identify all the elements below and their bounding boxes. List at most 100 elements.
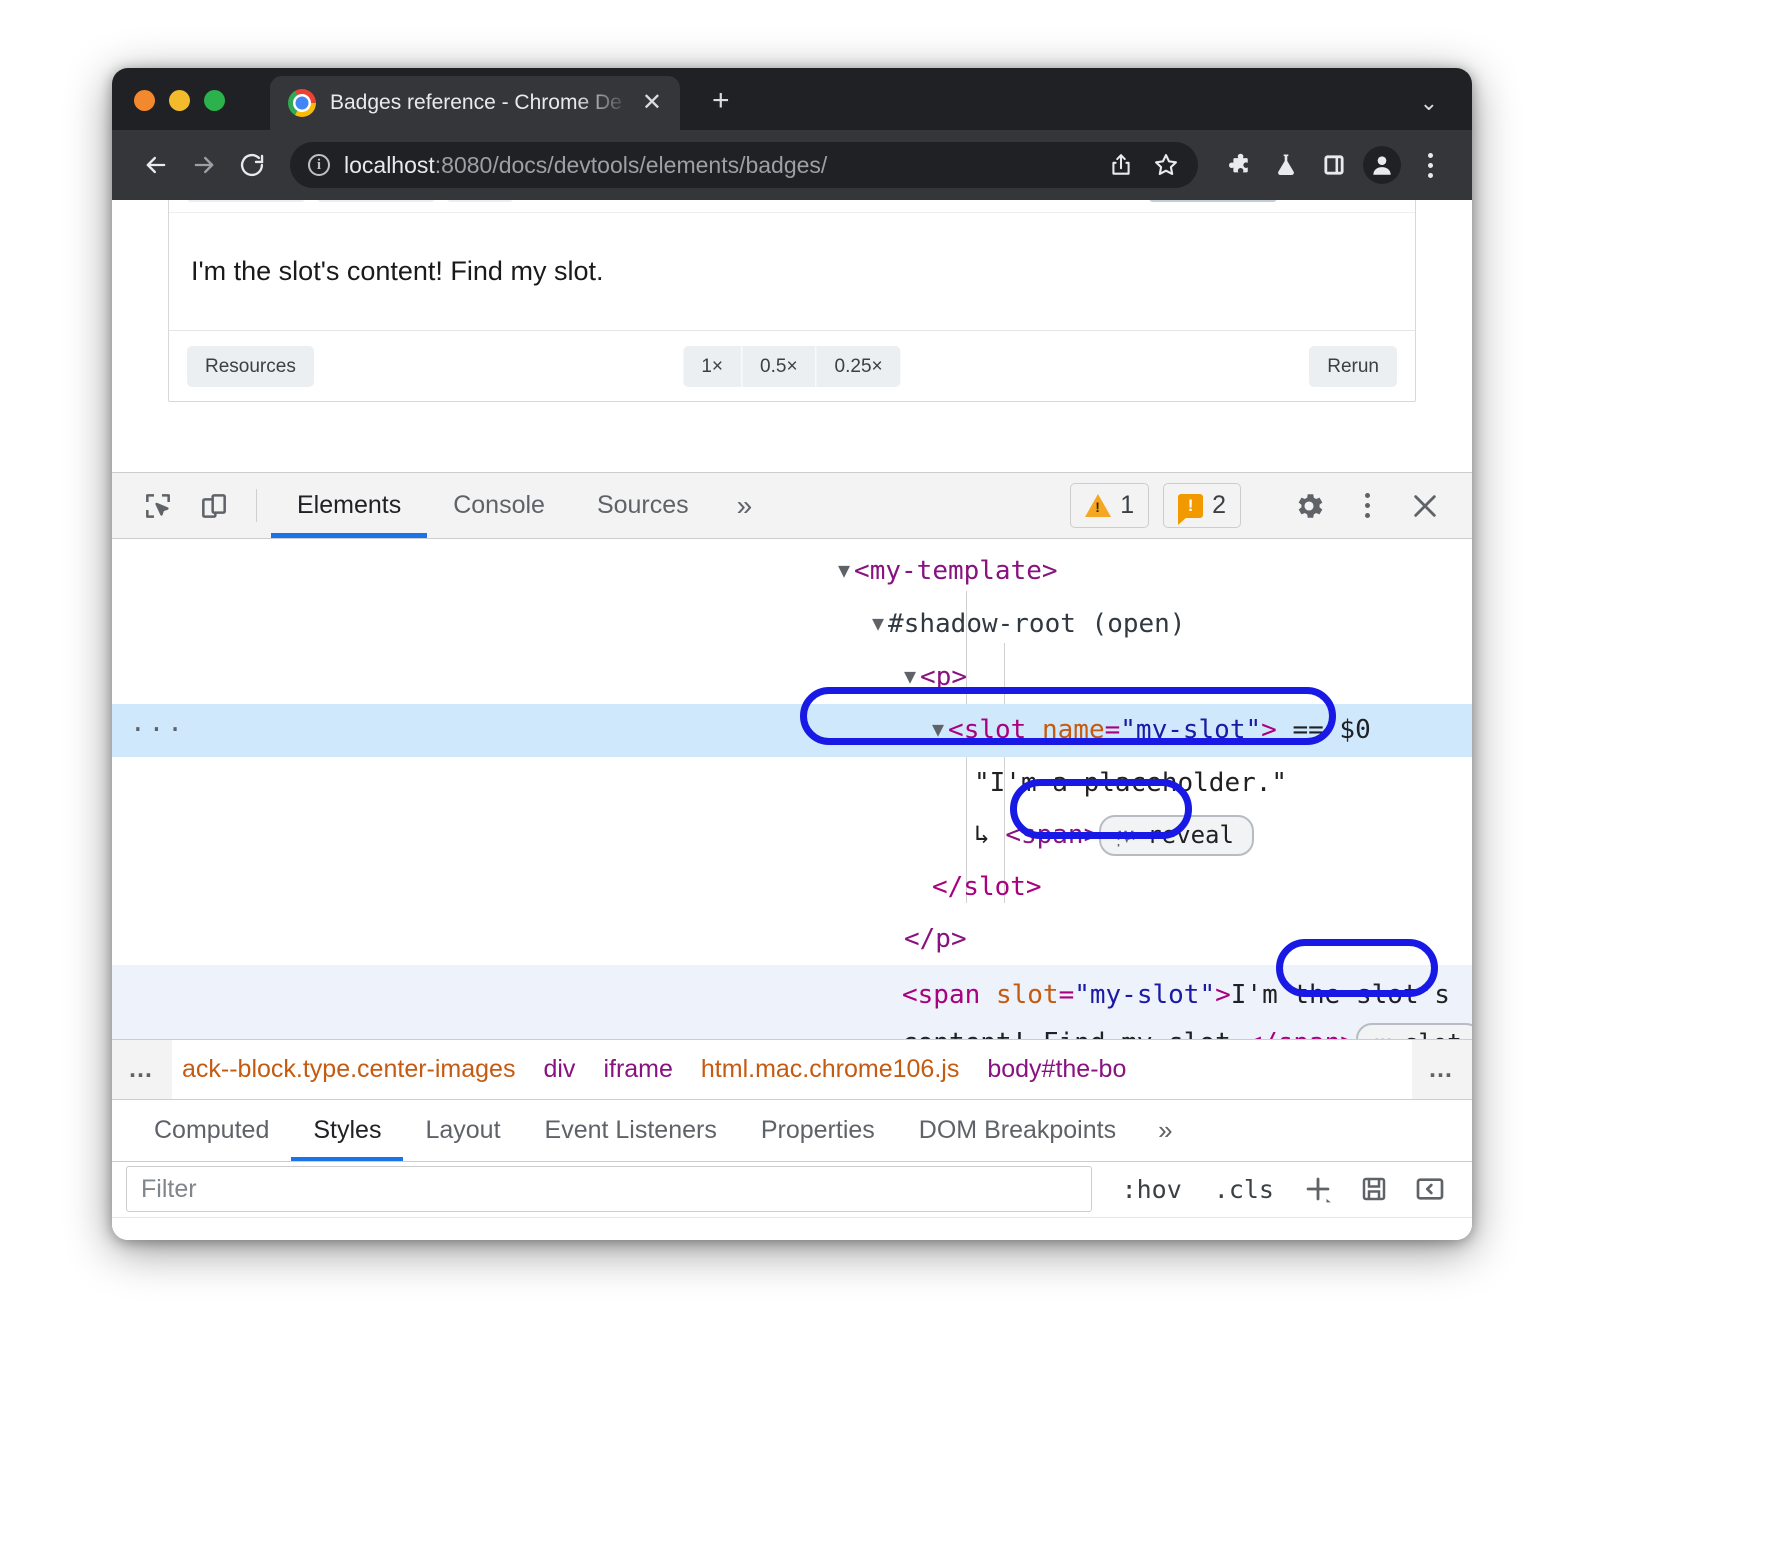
demo-action-placeholder (1149, 200, 1277, 202)
more-sidebar-tabs-button[interactable]: » (1138, 1100, 1192, 1160)
browser-menu-button[interactable] (1408, 143, 1452, 187)
toggle-sidebar-button[interactable] (1402, 1166, 1458, 1212)
tab-search-chevron-icon[interactable]: ⌄ (1420, 90, 1438, 116)
tab-sources[interactable]: Sources (571, 473, 715, 538)
dom-row-p-open[interactable]: ▼<p> (112, 651, 1472, 704)
dom-row-assigned-span[interactable]: ↳ <span>reveal (112, 809, 1472, 861)
new-style-rule-button[interactable] (1290, 1166, 1346, 1212)
breadcrumb-overflow-right[interactable]: … (1412, 1040, 1472, 1100)
site-info-icon[interactable]: i (308, 154, 330, 176)
dom-attr-value: "my-slot" (1074, 980, 1215, 1010)
share-icon[interactable] (1108, 152, 1134, 178)
warning-badge[interactable]: 1 (1070, 483, 1149, 528)
demo-embed-topbar (169, 200, 1415, 213)
issue-bubble-icon: ! (1178, 494, 1203, 518)
url-host: localhost (344, 152, 435, 178)
dom-tag-close-bracket: > (1261, 715, 1277, 745)
warning-count: 1 (1120, 491, 1134, 520)
browser-toolbar: i localhost:8080/docs/devtools/elements/… (112, 130, 1472, 200)
device-toolbar-button[interactable] (186, 473, 242, 538)
hov-toggle-button[interactable]: :hov (1106, 1175, 1198, 1204)
devtools-tab-list: Elements Console Sources (271, 473, 715, 538)
zoom-1x-button[interactable]: 1× (683, 346, 741, 387)
dom-tree[interactable]: ▼<my-template> ▼#shadow-root (open) ▼<p>… (112, 539, 1472, 1039)
row-overflow-ellipsis[interactable]: ··· (130, 704, 186, 756)
address-bar[interactable]: i localhost:8080/docs/devtools/elements/… (290, 142, 1198, 188)
cls-toggle-button[interactable]: .cls (1198, 1175, 1290, 1204)
new-tab-button[interactable]: + (712, 84, 730, 118)
tab-dom-breakpoints[interactable]: DOM Breakpoints (897, 1100, 1138, 1160)
dom-row-my-template-open[interactable]: ▼<my-template> (112, 545, 1472, 598)
side-panel-icon[interactable] (1312, 143, 1356, 187)
tab-layout[interactable]: Layout (403, 1100, 522, 1160)
reload-button[interactable] (230, 143, 274, 187)
close-window-button[interactable] (134, 90, 155, 111)
dom-row-shadow-root[interactable]: ▼#shadow-root (open) (112, 598, 1472, 651)
tab-console[interactable]: Console (427, 473, 571, 538)
dom-tag: </p> (904, 924, 967, 954)
dom-row-placeholder-text[interactable]: "I'm a placeholder." (112, 757, 1472, 809)
labs-flask-icon[interactable] (1264, 143, 1308, 187)
new-stylesheet-button[interactable] (1346, 1166, 1402, 1212)
dom-tag: <p> (920, 662, 967, 692)
tab-strip: Badges reference - Chrome De ✕ + ⌄ (112, 68, 1472, 130)
maximize-window-button[interactable] (204, 90, 225, 111)
tab-computed[interactable]: Computed (132, 1100, 291, 1160)
expand-triangle-icon[interactable]: ▼ (904, 650, 916, 702)
dom-row-p-close[interactable]: </p> (112, 913, 1472, 965)
tab-event-listeners[interactable]: Event Listeners (523, 1100, 739, 1160)
expand-triangle-icon[interactable]: ▼ (838, 544, 850, 596)
breadcrumb-item[interactable]: iframe (589, 1055, 686, 1084)
window-controls[interactable] (134, 90, 225, 111)
dom-row-slot-selected[interactable]: ··· ▼<slot name="my-slot"> == $0 (112, 704, 1472, 757)
demo-tab-placeholder (447, 200, 513, 202)
devtools-toolbar: Elements Console Sources » 1 ! 2 (112, 473, 1472, 539)
extensions-button[interactable] (1216, 143, 1260, 187)
breadcrumb[interactable]: … ack--block.type.center-images div ifra… (112, 1039, 1472, 1101)
zoom-button-group: 1× 0.5× 0.25× (683, 346, 900, 387)
dom-row-light-dom-span[interactable]: <span slot="my-slot">I'm the slot'sconte… (112, 965, 1472, 1039)
settings-gear-button[interactable] (1280, 473, 1338, 539)
styles-filter-row: Filter :hov .cls (112, 1162, 1472, 1218)
bookmark-star-icon[interactable] (1152, 151, 1180, 179)
browser-window: Badges reference - Chrome De ✕ + ⌄ i loc… (112, 68, 1472, 1240)
back-button[interactable] (134, 143, 178, 187)
expand-triangle-icon[interactable]: ▼ (932, 703, 944, 755)
more-tabs-button[interactable]: » (715, 473, 775, 538)
url-path: :8080/docs/devtools/elements/badges/ (435, 152, 828, 178)
avatar-icon (1363, 146, 1401, 184)
rerun-button[interactable]: Rerun (1309, 346, 1397, 387)
tab-properties[interactable]: Properties (739, 1100, 897, 1160)
forward-button[interactable] (182, 143, 226, 187)
slot-badge[interactable]: slot (1356, 1023, 1472, 1039)
address-bar-actions (1108, 151, 1180, 179)
dom-row-slot-close[interactable]: </slot> (112, 861, 1472, 913)
screenshot-root: Badges reference - Chrome De ✕ + ⌄ i loc… (0, 0, 1780, 1556)
minimize-window-button[interactable] (169, 90, 190, 111)
zoom-025x-button[interactable]: 0.25× (816, 346, 901, 387)
reveal-badge[interactable]: reveal (1099, 815, 1254, 856)
address-bar-url: localhost:8080/docs/devtools/elements/ba… (344, 152, 1094, 179)
close-devtools-button[interactable] (1396, 473, 1454, 539)
tab-styles[interactable]: Styles (291, 1100, 403, 1160)
inspect-element-button[interactable] (130, 473, 186, 538)
breadcrumb-item[interactable]: div (529, 1055, 589, 1084)
devtools-more-button[interactable] (1338, 473, 1396, 539)
dom-text-node: content! Find my slot. (902, 1028, 1246, 1039)
tab-elements[interactable]: Elements (271, 473, 427, 538)
resources-button[interactable]: Resources (187, 346, 314, 387)
close-tab-icon[interactable]: ✕ (638, 91, 666, 115)
styles-filter-input[interactable]: Filter (126, 1166, 1092, 1212)
breadcrumb-item[interactable]: html.mac.chrome106.js (687, 1055, 973, 1084)
tab-title: Badges reference - Chrome De (330, 91, 622, 115)
breadcrumb-item[interactable]: ack--block.type.center-images (172, 1055, 529, 1084)
profile-button[interactable] (1360, 143, 1404, 187)
expand-triangle-icon[interactable]: ▼ (872, 597, 884, 649)
breadcrumb-item[interactable]: body#the-bo (973, 1055, 1140, 1084)
zoom-05x-button[interactable]: 0.5× (741, 346, 816, 387)
toolbar-divider (256, 489, 257, 522)
kebab-menu-icon (1428, 153, 1433, 178)
breadcrumb-overflow-left[interactable]: … (112, 1040, 172, 1100)
browser-tab[interactable]: Badges reference - Chrome De ✕ (270, 76, 680, 130)
issues-badge[interactable]: ! 2 (1163, 483, 1241, 528)
